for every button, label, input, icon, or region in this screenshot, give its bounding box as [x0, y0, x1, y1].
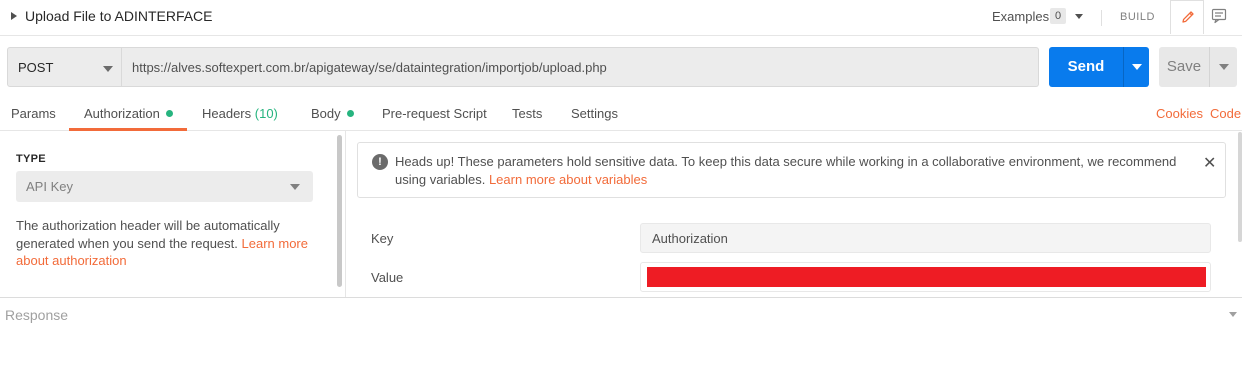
save-options-button[interactable]	[1209, 47, 1237, 87]
tab-body[interactable]: Body	[311, 106, 354, 121]
tab-authorization[interactable]: Authorization	[84, 106, 173, 121]
url-input[interactable]	[122, 47, 1039, 87]
tab-params[interactable]: Params	[11, 106, 56, 121]
comment-icon	[1211, 8, 1227, 24]
response-title: Response	[5, 307, 69, 323]
send-button[interactable]: Send	[1049, 47, 1123, 87]
right-panel-scrollbar[interactable]	[1238, 132, 1242, 242]
tab-tests[interactable]: Tests	[512, 106, 542, 121]
tab-prerequest-script[interactable]: Pre-request Script	[382, 106, 487, 121]
value-input[interactable]	[640, 262, 1211, 292]
auth-description-text: The authorization header will be automat…	[16, 218, 280, 251]
tab-headers[interactable]: Headers (10)	[202, 106, 278, 121]
panel-divider[interactable]	[345, 131, 346, 297]
auth-type-select[interactable]: API Key	[16, 171, 313, 202]
send-options-button[interactable]	[1123, 47, 1149, 87]
key-label: Key	[371, 231, 394, 246]
comments-button[interactable]	[1205, 4, 1233, 30]
active-tab-indicator	[69, 128, 187, 131]
code-link[interactable]: Code	[1210, 106, 1241, 121]
response-panel: Response	[0, 297, 1242, 331]
pencil-icon	[1182, 11, 1194, 23]
tab-authorization-label: Authorization	[84, 106, 160, 121]
auth-type-value: API Key	[26, 179, 73, 194]
tab-body-label: Body	[311, 106, 341, 121]
learn-more-variables-link[interactable]: Learn more about variables	[489, 172, 647, 187]
method-select[interactable]: POST	[7, 47, 122, 87]
sensitive-data-alert: ! Heads up! These parameters hold sensit…	[357, 142, 1226, 198]
key-input[interactable]	[640, 223, 1211, 253]
alert-message: Heads up! These parameters hold sensitiv…	[395, 153, 1195, 189]
save-button[interactable]: Save	[1159, 47, 1209, 87]
redacted-value-block	[647, 267, 1206, 287]
cookies-link[interactable]: Cookies	[1156, 106, 1203, 121]
request-tabs: Params Authorization Headers (10) Body P…	[0, 96, 1242, 131]
build-mode-label[interactable]: BUILD	[1120, 11, 1155, 23]
active-dot-icon	[165, 110, 173, 117]
examples-count-badge: 0	[1050, 8, 1066, 24]
response-chevron-down-icon[interactable]	[1229, 312, 1237, 317]
auth-type-label: TYPE	[16, 153, 46, 165]
tab-headers-label: Headers	[202, 106, 252, 121]
expand-caret-icon[interactable]	[11, 12, 17, 20]
active-dot-icon	[346, 110, 354, 117]
examples-dropdown-label[interactable]: Examples	[992, 9, 1049, 24]
request-name[interactable]: Upload File to ADINTERFACE	[25, 8, 213, 24]
value-label: Value	[371, 270, 404, 285]
headers-count: (10)	[254, 106, 278, 121]
left-panel-scrollbar[interactable]	[337, 135, 342, 287]
edit-mode-button[interactable]	[1170, 0, 1204, 34]
send-chevron-down-icon	[1132, 64, 1142, 70]
exclamation-icon: !	[372, 154, 388, 170]
examples-chevron-down-icon[interactable]	[1075, 14, 1083, 19]
header-divider	[1101, 10, 1102, 26]
method-value: POST	[18, 60, 54, 75]
tab-settings[interactable]: Settings	[571, 106, 618, 121]
auth-type-chevron-down-icon	[290, 184, 300, 190]
request-header: Upload File to ADINTERFACE Examples 0 BU…	[0, 0, 1242, 36]
close-icon[interactable]: ✕	[1203, 153, 1216, 173]
auth-description: The authorization header will be automat…	[16, 217, 316, 270]
method-chevron-down-icon	[103, 66, 113, 72]
save-chevron-down-icon	[1219, 64, 1229, 70]
